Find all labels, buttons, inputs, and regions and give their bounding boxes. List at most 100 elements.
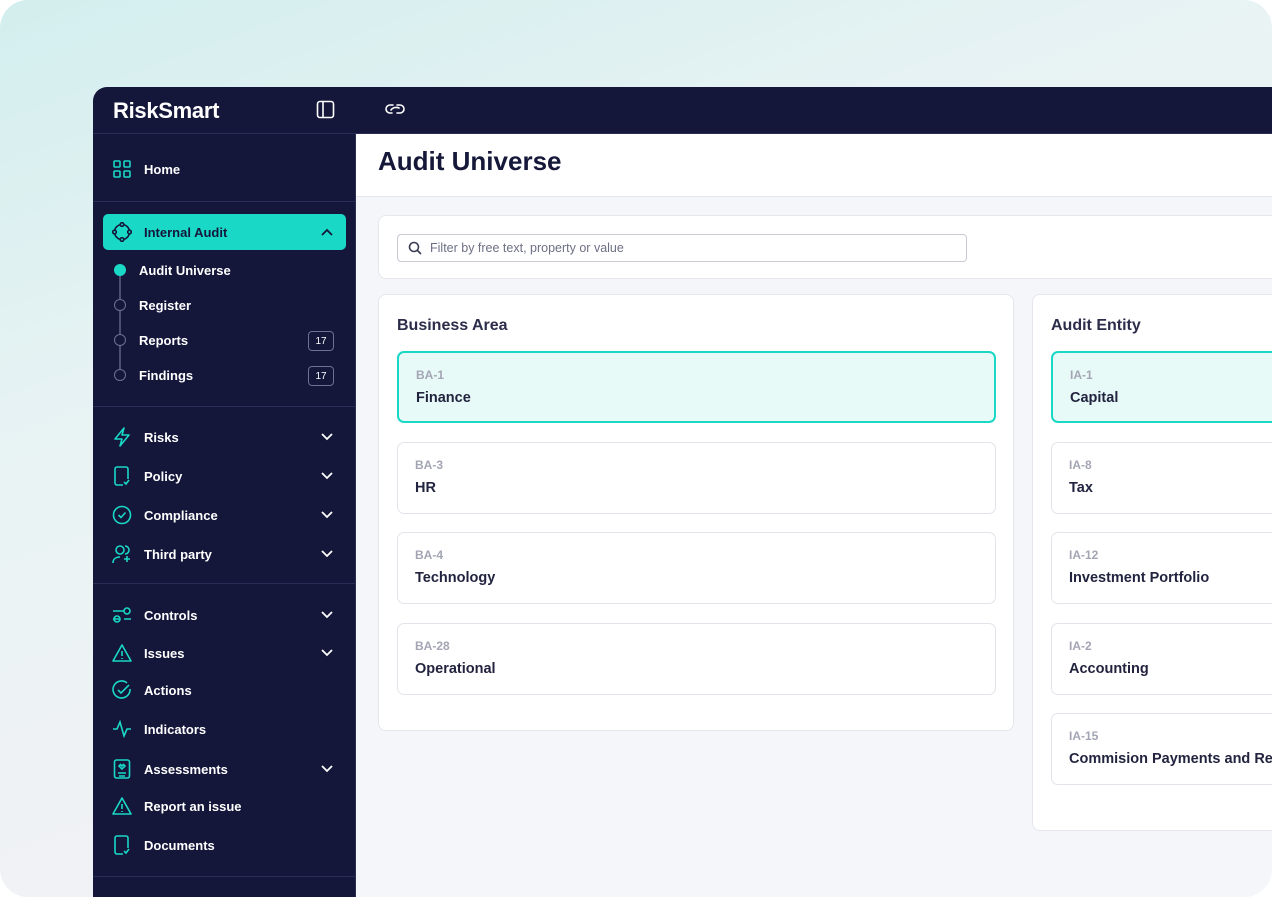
business-area-card: Business Area BA-1 Finance BA-3 HR BA-4 Techn… [378, 294, 1014, 731]
dot-icon [114, 369, 126, 381]
list-item[interactable]: IA-8 Tax [1051, 441, 1272, 514]
grid-icon [112, 159, 132, 179]
item-name: Operational [415, 660, 496, 677]
item-name: Finance [416, 390, 471, 406]
page-header: Audit Universe [356, 134, 1272, 197]
list-item[interactable]: IA-2 Accounting [1051, 622, 1272, 695]
item-code: BA-3 [415, 457, 444, 472]
top-bar: RiskSmart [93, 87, 1272, 134]
chevron-down-icon [321, 765, 333, 773]
sidebar-item-label: Third party [144, 546, 212, 562]
sidebar-item-documents[interactable]: Documents [103, 827, 346, 863]
logo: RiskSmart [113, 98, 220, 123]
sidebar-item-compliance[interactable]: Compliance [103, 497, 346, 533]
sidebar-toggle-icon[interactable] [316, 100, 335, 119]
sidebar-item-assessments[interactable]: Assessments [103, 751, 346, 787]
chevron-down-icon [321, 550, 333, 558]
bolt-icon [112, 427, 132, 447]
sidebar-item-risks[interactable]: Risks [103, 419, 346, 455]
sidebar-item-actions[interactable]: Actions [103, 672, 346, 708]
audit-entity-card: Audit Entity IA-1 Capital IA-8 Tax IA-12 Inve… [1032, 294, 1272, 831]
check-circle-icon [112, 680, 132, 700]
item-name: HR [415, 479, 436, 496]
sidebar-item-label: Risks [144, 429, 179, 445]
item-name: Tax [1069, 479, 1093, 496]
chevron-up-icon [321, 228, 333, 236]
sidebar: Home Internal Audit Audit Universe Regis… [93, 134, 356, 897]
count-badge: 17 [308, 331, 334, 351]
active-dot-icon [114, 264, 126, 276]
sidebar-item-label: Assessments [144, 761, 228, 777]
warning-icon [112, 643, 132, 663]
item-code: IA-8 [1069, 457, 1092, 472]
tree-line [119, 267, 121, 377]
toggle-icon [112, 605, 132, 625]
sidebar-subitem-audit-universe[interactable]: Audit Universe [139, 263, 231, 278]
sidebar-item-label: Actions [144, 682, 192, 698]
sidebar-item-report-an-issue[interactable]: Report an issue [103, 788, 346, 824]
item-name: Commision Payments and Re [1069, 751, 1272, 767]
chevron-down-icon [321, 511, 333, 519]
list-item[interactable]: IA-1 Capital [1051, 351, 1272, 423]
search-placeholder: Filter by free text, property or value [430, 241, 624, 255]
badge-check-icon [112, 505, 132, 525]
search-icon [408, 241, 422, 255]
list-item[interactable]: BA-4 Technology [397, 532, 996, 604]
dot-icon [114, 299, 126, 311]
list-item[interactable]: IA-15 Commision Payments and Re [1051, 713, 1272, 785]
sidebar-item-label: Compliance [144, 507, 218, 523]
link-icon[interactable] [385, 102, 405, 116]
sidebar-item-indicators[interactable]: Indicators [103, 711, 346, 747]
item-code: BA-1 [416, 368, 445, 382]
divider [93, 406, 356, 407]
item-name: Capital [1070, 390, 1119, 406]
document-check-icon [112, 835, 132, 855]
warning-icon [112, 796, 132, 816]
business-area-title: Business Area [397, 317, 508, 334]
sidebar-item-label: Indicators [144, 721, 207, 737]
search-input[interactable]: Filter by free text, property or value [397, 234, 967, 262]
sidebar-item-label: Controls [144, 607, 198, 623]
dot-icon [114, 334, 126, 346]
sidebar-item-controls[interactable]: Controls [103, 597, 346, 633]
sidebar-item-issues[interactable]: Issues [103, 635, 346, 671]
pulse-icon [112, 719, 132, 739]
audit-entity-title: Audit Entity [1051, 317, 1141, 334]
clipboard-icon [112, 759, 132, 779]
sidebar-item-home[interactable]: Home [103, 151, 346, 187]
sidebar-item-label: Internal Audit [144, 224, 228, 240]
divider [93, 201, 356, 202]
item-code: BA-4 [415, 548, 444, 562]
list-item[interactable]: BA-3 HR [397, 441, 996, 514]
divider [93, 876, 356, 877]
sidebar-item-label: Issues [144, 645, 185, 661]
audit-cycle-icon [112, 222, 132, 242]
chevron-down-icon [321, 611, 333, 619]
sidebar-item-label: Home [144, 161, 181, 177]
item-name: Accounting [1069, 660, 1149, 677]
item-code: IA-1 [1070, 368, 1093, 382]
sidebar-subitem-reports[interactable]: Reports [139, 333, 188, 348]
list-item[interactable]: BA-28 Operational [397, 622, 996, 695]
user-plus-icon [112, 544, 132, 564]
page-title: Audit Universe [378, 146, 562, 176]
count-badge: 17 [308, 366, 334, 386]
app-window: RiskSmart Home Internal Audit Audit Univ… [93, 87, 1272, 897]
sidebar-item-policy[interactable]: Policy [103, 458, 346, 494]
item-code: IA-2 [1069, 638, 1092, 653]
sidebar-subitem-register[interactable]: Register [139, 298, 191, 313]
list-item[interactable]: IA-12 Investment Portfolio [1051, 532, 1272, 604]
sidebar-item-third-party[interactable]: Third party [103, 536, 346, 572]
chevron-down-icon [321, 472, 333, 480]
document-check-icon [112, 466, 132, 486]
item-code: IA-15 [1069, 729, 1099, 743]
chevron-down-icon [321, 433, 333, 441]
item-code: BA-28 [415, 638, 450, 653]
item-code: IA-12 [1069, 548, 1099, 562]
item-name: Investment Portfolio [1069, 570, 1210, 586]
sidebar-item-label: Policy [144, 468, 183, 484]
list-item[interactable]: BA-1 Finance [397, 351, 996, 423]
sidebar-item-internal-audit[interactable]: Internal Audit [103, 214, 346, 250]
sidebar-subitem-findings[interactable]: Findings [139, 368, 193, 383]
item-name: Technology [415, 570, 496, 586]
